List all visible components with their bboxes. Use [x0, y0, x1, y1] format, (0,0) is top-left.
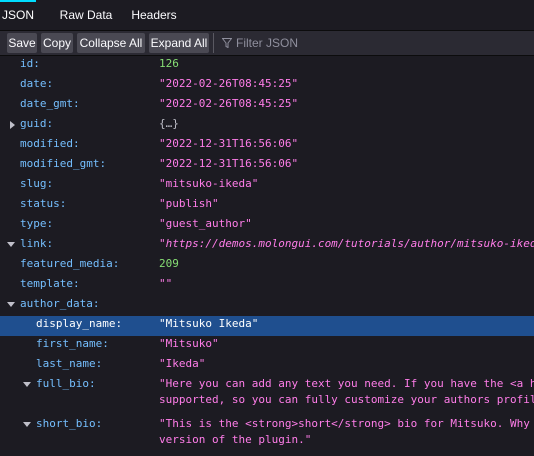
json-row[interactable]: status: "publish" [0, 196, 534, 216]
json-key: full_bio: [36, 377, 96, 390]
json-row[interactable]: link: "https://demos.molongui.com/tutoria… [0, 236, 534, 256]
tab-raw-data[interactable]: Raw Data [55, 0, 117, 30]
json-key: display_name: [36, 317, 123, 330]
json-key: last_name: [36, 357, 103, 370]
json-key: date: [20, 77, 54, 90]
json-row[interactable]: type: "guest_author" [0, 216, 534, 236]
json-key: first_name: [36, 337, 109, 350]
tab-headers-label: Headers [131, 8, 177, 22]
expanded-arrow-icon[interactable] [7, 241, 15, 249]
json-row[interactable]: date: "2022-02-26T08:45:25" [0, 76, 534, 96]
json-key: modified_gmt: [20, 157, 107, 170]
json-value: "Here you can add any text you need. If … [159, 377, 534, 390]
json-key: modified: [20, 137, 80, 150]
json-row[interactable]: id: 126 [0, 56, 534, 76]
json-value: "Mitsuko Ikeda" [159, 317, 259, 330]
json-value: "Mitsuko" [159, 337, 219, 350]
tab-headers[interactable]: Headers [126, 0, 182, 30]
json-key: status: [20, 197, 67, 210]
copy-button[interactable]: Copy [41, 33, 73, 53]
json-value: 209 [159, 257, 179, 270]
tab-json[interactable]: JSON [0, 0, 36, 30]
expand-all-button[interactable]: Expand All [149, 33, 209, 53]
collapse-all-button[interactable]: Collapse All [77, 33, 145, 53]
json-key: featured_media: [20, 257, 120, 270]
json-value: "https://demos.molongui.com/tutorials/au… [159, 237, 534, 250]
filter-icon [222, 38, 232, 48]
tab-bar: JSON Raw Data Headers [0, 0, 534, 30]
json-key: date_gmt: [20, 97, 80, 110]
json-row[interactable]: template: "" [0, 276, 534, 296]
expanded-arrow-icon[interactable] [23, 381, 31, 389]
json-key: link: [20, 237, 54, 250]
json-row[interactable]: guid: {…} [0, 116, 534, 136]
json-value: "mitsuko-ikeda" [159, 177, 259, 190]
json-key: id: [20, 57, 40, 70]
json-row[interactable]: slug: "mitsuko-ikeda" [0, 176, 534, 196]
json-value: {…} [159, 117, 179, 130]
json-row[interactable]: date_gmt: "2022-02-26T08:45:25" [0, 96, 534, 116]
json-key: template: [20, 277, 80, 290]
json-value: 126 [159, 57, 179, 70]
json-key: short_bio: [36, 417, 103, 430]
filter-json-input[interactable]: Filter JSON [213, 33, 520, 53]
json-row[interactable]: modified: "2022-12-31T16:56:06" [0, 136, 534, 156]
json-row[interactable]: modified_gmt: "2022-12-31T16:56:06" [0, 156, 534, 176]
json-key: type: [20, 217, 54, 230]
json-value: "Ikeda" [159, 357, 206, 370]
toolbar: Save Copy Collapse All Expand All Filter… [0, 30, 534, 56]
json-row[interactable]: last_name: "Ikeda" [0, 356, 534, 376]
json-row[interactable]: short_bio: "This is the <strong>short</st… [0, 416, 534, 456]
json-value-continuation: supported, so you can fully customize yo… [159, 393, 534, 406]
save-button[interactable]: Save [7, 33, 37, 53]
tab-json-label: JSON [1, 8, 34, 22]
tab-raw-data-label: Raw Data [59, 8, 113, 22]
json-value: "2022-12-31T16:56:06" [159, 157, 299, 170]
json-row[interactable]: display_name: "Mitsuko Ikeda" [0, 316, 534, 336]
collapsed-arrow-icon[interactable] [9, 121, 17, 129]
json-value: "" [159, 277, 173, 290]
json-value: "2022-12-31T16:56:06" [159, 137, 299, 150]
json-value: "guest_author" [159, 217, 252, 230]
json-key: author_data: [20, 297, 100, 310]
json-row[interactable]: full_bio: "Here you can add any text you … [0, 376, 534, 416]
json-value-continuation: version of the plugin." [159, 433, 312, 446]
json-value: "2022-02-26T08:45:25" [159, 77, 299, 90]
json-key: guid: [20, 117, 54, 130]
json-value: "2022-02-26T08:45:25" [159, 97, 299, 110]
json-value: "publish" [159, 197, 219, 210]
json-key: slug: [20, 177, 54, 190]
json-value: "This is the <strong>short</strong> bio … [159, 417, 530, 430]
json-row[interactable]: author_data: [0, 296, 534, 316]
expanded-arrow-icon[interactable] [23, 421, 31, 429]
active-tab-indicator [0, 0, 36, 2]
filter-placeholder: Filter JSON [236, 36, 299, 50]
expanded-arrow-icon[interactable] [7, 301, 15, 309]
json-row[interactable]: first_name: "Mitsuko" [0, 336, 534, 356]
json-row[interactable]: featured_media: 209 [0, 256, 534, 276]
